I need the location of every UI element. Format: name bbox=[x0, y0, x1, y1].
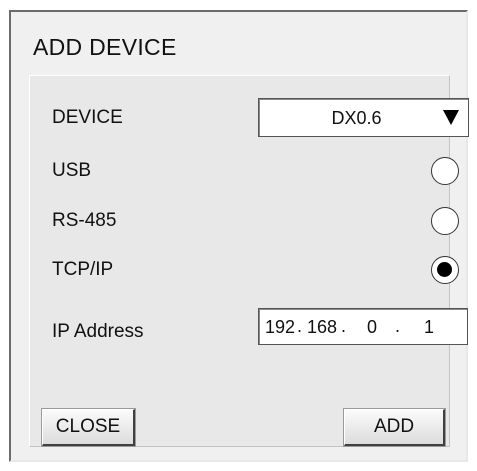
ip-octet-4: 1 bbox=[424, 317, 435, 337]
usb-radio[interactable] bbox=[431, 157, 459, 185]
triangle-down-icon bbox=[443, 110, 459, 125]
device-settings-panel: DEVICE DX0.6 USB RS-485 TCP/IP IP Addres… bbox=[29, 75, 469, 447]
ip-octet-3: 0 bbox=[367, 317, 378, 337]
ip-separator: . bbox=[395, 316, 401, 336]
ip-address-label: IP Address bbox=[52, 321, 144, 342]
radio-selected-dot-icon bbox=[437, 262, 452, 277]
device-select-value: DX0.6 bbox=[331, 108, 382, 128]
ip-octet-2: 168 bbox=[307, 317, 338, 337]
close-button[interactable]: CLOSE bbox=[41, 408, 136, 447]
ip-separator: . bbox=[341, 316, 347, 336]
rs485-radio[interactable] bbox=[431, 207, 459, 235]
rs485-label: RS-485 bbox=[52, 210, 117, 231]
device-label: DEVICE bbox=[52, 107, 123, 128]
dialog-title: ADD DEVICE bbox=[33, 34, 177, 60]
ip-address-field[interactable]: 192 . 168 . 0 . 1 bbox=[258, 308, 468, 345]
ip-separator: . bbox=[297, 316, 303, 336]
ip-octet-1: 192 bbox=[265, 317, 296, 337]
tcpip-radio[interactable] bbox=[431, 256, 459, 284]
tcpip-label: TCP/IP bbox=[52, 259, 114, 280]
device-select[interactable]: DX0.6 bbox=[258, 98, 469, 137]
add-button[interactable]: ADD bbox=[343, 408, 446, 447]
usb-label: USB bbox=[52, 160, 92, 181]
add-device-dialog: ADD DEVICE DEVICE DX0.6 USB RS-485 TCP/I… bbox=[9, 10, 469, 462]
